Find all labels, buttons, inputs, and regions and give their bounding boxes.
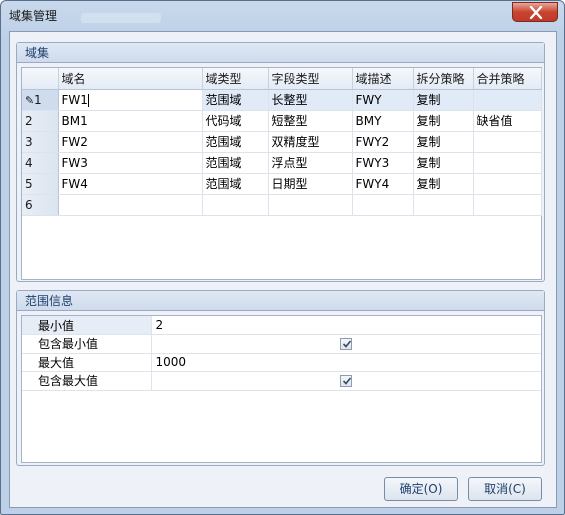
cell-split[interactable] bbox=[413, 194, 474, 216]
text-caret bbox=[87, 93, 89, 107]
cell-type[interactable]: 范围域 bbox=[202, 131, 269, 153]
cell-merge[interactable] bbox=[473, 194, 542, 216]
include-min-checkbox[interactable] bbox=[339, 338, 352, 351]
cell-split[interactable]: 复制 bbox=[413, 89, 474, 111]
cell-split[interactable]: 复制 bbox=[413, 152, 474, 174]
cell-desc[interactable]: FWY bbox=[352, 89, 414, 111]
cell-desc[interactable]: BMY bbox=[352, 110, 414, 132]
cell-name[interactable]: FW3 bbox=[58, 152, 203, 174]
include-max-checkbox[interactable] bbox=[339, 375, 352, 388]
cell-split[interactable]: 复制 bbox=[413, 173, 474, 195]
cell-type[interactable]: 代码域 bbox=[202, 110, 269, 132]
cell-field-type[interactable] bbox=[268, 194, 353, 216]
range-group: 范围信息 最小值 2 包含最小值 最大值 1000 包含最大值 bbox=[16, 290, 545, 466]
domain-grid[interactable]: 域名 域类型 字段类型 域描述 拆分策略 合并策略 ✎1 FW1 范围域 长整型… bbox=[21, 67, 542, 280]
check-icon bbox=[342, 340, 351, 348]
cell-desc[interactable]: FWY3 bbox=[352, 152, 414, 174]
window-title: 域集管理 bbox=[9, 9, 58, 23]
min-value-field[interactable]: 2 bbox=[151, 316, 541, 335]
column-header[interactable]: 域描述 bbox=[352, 68, 414, 90]
column-header[interactable]: 字段类型 bbox=[268, 68, 353, 90]
column-header[interactable]: 合并策略 bbox=[473, 68, 542, 90]
property-label: 包含最小值 bbox=[22, 334, 152, 354]
cell-merge[interactable] bbox=[473, 131, 542, 153]
cell-field-type[interactable]: 浮点型 bbox=[268, 152, 353, 174]
cell-merge[interactable] bbox=[473, 89, 542, 111]
cell-name[interactable]: FW1 bbox=[58, 89, 203, 111]
pencil-icon: ✎ bbox=[25, 93, 35, 107]
row-header[interactable]: ✎1 bbox=[22, 89, 59, 111]
property-label: 最大值 bbox=[22, 353, 152, 372]
domain-group-title: 域集 bbox=[17, 43, 544, 63]
column-header[interactable]: 域名 bbox=[58, 68, 203, 90]
column-header[interactable]: 拆分策略 bbox=[413, 68, 474, 90]
cell-field-type[interactable]: 短整型 bbox=[268, 110, 353, 132]
table-row[interactable]: 4 FW3 范围域 浮点型 FWY3 复制 bbox=[22, 152, 542, 174]
property-row[interactable]: 包含最大值 bbox=[22, 371, 541, 391]
cell-type[interactable]: 范围域 bbox=[202, 152, 269, 174]
row-header[interactable]: 2 bbox=[22, 110, 59, 132]
dialog-client: 域集 域名 域类型 字段类型 域描述 拆分策略 合并策略 ✎1 FW1 范围域 … bbox=[9, 31, 557, 508]
column-header[interactable]: 域类型 bbox=[202, 68, 269, 90]
dialog-window: 域集管理 域集 域名 域类型 字段类型 域描述 拆分策略 合并策略 ✎1 FW1… bbox=[0, 0, 565, 515]
property-row[interactable]: 最小值 2 bbox=[22, 316, 541, 335]
cell-name[interactable]: FW4 bbox=[58, 173, 203, 195]
cell-type[interactable]: 范围域 bbox=[202, 89, 269, 111]
title-bar[interactable]: 域集管理 bbox=[1, 1, 564, 31]
table-row[interactable]: 2 BM1 代码域 短整型 BMY 复制 缺省值 bbox=[22, 110, 542, 132]
close-icon bbox=[529, 6, 543, 19]
cell-field-type[interactable]: 双精度型 bbox=[268, 131, 353, 153]
cell-merge[interactable] bbox=[473, 173, 542, 195]
cell-desc[interactable]: FWY4 bbox=[352, 173, 414, 195]
max-value-field[interactable]: 1000 bbox=[151, 353, 541, 372]
property-row[interactable]: 包含最小值 bbox=[22, 334, 541, 354]
check-icon bbox=[342, 377, 351, 385]
title-ghost bbox=[81, 13, 161, 23]
cell-name[interactable]: FW2 bbox=[58, 131, 203, 153]
cell-desc[interactable]: FWY2 bbox=[352, 131, 414, 153]
property-label: 包含最大值 bbox=[22, 371, 152, 391]
row-header[interactable]: 5 bbox=[22, 173, 59, 195]
cell-name[interactable]: BM1 bbox=[58, 110, 203, 132]
cell-split[interactable]: 复制 bbox=[413, 110, 474, 132]
grid-header-row: 域名 域类型 字段类型 域描述 拆分策略 合并策略 bbox=[22, 68, 542, 90]
table-row[interactable]: 3 FW2 范围域 双精度型 FWY2 复制 bbox=[22, 131, 542, 153]
close-button[interactable] bbox=[512, 2, 558, 22]
cell-type[interactable]: 范围域 bbox=[202, 173, 269, 195]
domain-group: 域集 域名 域类型 字段类型 域描述 拆分策略 合并策略 ✎1 FW1 范围域 … bbox=[16, 42, 545, 282]
cell-merge[interactable]: 缺省值 bbox=[473, 110, 542, 132]
cell-desc[interactable] bbox=[352, 194, 414, 216]
ok-button[interactable]: 确定(O) bbox=[384, 477, 458, 501]
cell-field-type[interactable]: 长整型 bbox=[268, 89, 353, 111]
cell-field-type[interactable]: 日期型 bbox=[268, 173, 353, 195]
cell-name[interactable] bbox=[58, 194, 203, 216]
table-row[interactable]: ✎1 FW1 范围域 长整型 FWY 复制 bbox=[22, 89, 542, 111]
cancel-button[interactable]: 取消(C) bbox=[468, 477, 542, 501]
range-property-grid[interactable]: 最小值 2 包含最小值 最大值 1000 包含最大值 bbox=[21, 315, 542, 463]
row-header[interactable]: 6 bbox=[22, 194, 59, 216]
row-header[interactable]: 4 bbox=[22, 152, 59, 174]
range-group-title: 范围信息 bbox=[17, 291, 544, 311]
cell-split[interactable]: 复制 bbox=[413, 131, 474, 153]
cell-type[interactable] bbox=[202, 194, 269, 216]
table-row[interactable]: 6 bbox=[22, 194, 542, 216]
table-row[interactable]: 5 FW4 范围域 日期型 FWY4 复制 bbox=[22, 173, 542, 195]
row-header[interactable]: 3 bbox=[22, 131, 59, 153]
property-label: 最小值 bbox=[22, 316, 152, 335]
header-corner bbox=[22, 68, 59, 90]
cell-merge[interactable] bbox=[473, 152, 542, 174]
property-row[interactable]: 最大值 1000 bbox=[22, 353, 541, 372]
